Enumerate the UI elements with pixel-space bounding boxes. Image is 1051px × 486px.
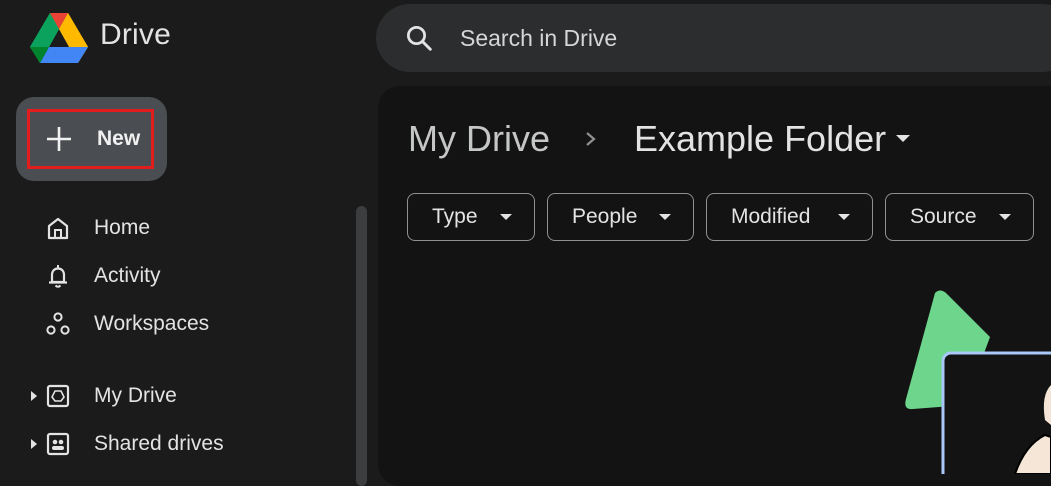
expand-caret-icon[interactable] — [30, 439, 38, 449]
sidebar-item-activity[interactable]: Activity — [0, 254, 340, 298]
new-button[interactable]: New — [27, 109, 154, 169]
dropdown-arrow-icon — [999, 213, 1011, 220]
brand-title: Drive — [100, 18, 172, 51]
filter-chip-label: Source — [910, 205, 977, 228]
breadcrumb-current-folder[interactable]: Example Folder — [634, 118, 911, 160]
my-drive-icon — [46, 384, 70, 408]
search-input[interactable] — [458, 23, 962, 53]
filter-chip-label: Modified — [731, 205, 811, 228]
shared-drives-icon — [46, 432, 70, 456]
filter-chip-label: People — [572, 205, 638, 228]
plus-icon — [47, 127, 71, 151]
sidebar-item-label: My Drive — [94, 384, 177, 407]
dropdown-arrow-icon — [896, 135, 911, 142]
dropdown-arrow-icon — [500, 213, 512, 220]
bell-icon — [49, 265, 67, 288]
filter-chip-label: Type — [432, 205, 478, 228]
filter-chip-people[interactable]: People — [547, 193, 694, 241]
filter-chip-source[interactable]: Source — [885, 193, 1034, 241]
sidebar-item-label: Workspaces — [94, 312, 210, 335]
empty-folder-illustration — [905, 290, 1051, 474]
sidebar-item-label: Shared drives — [94, 432, 224, 455]
search-icon[interactable] — [404, 23, 434, 53]
sidebar-item-my-drive[interactable]: My Drive — [0, 374, 340, 418]
home-icon — [47, 217, 69, 240]
sidebar-item-label: Home — [94, 216, 151, 239]
new-button-label: New — [97, 127, 141, 150]
dropdown-arrow-icon — [838, 213, 850, 220]
sidebar-item-home[interactable]: Home — [0, 206, 340, 250]
filter-chip-type[interactable]: Type — [407, 193, 535, 241]
sidebar-scrollbar[interactable] — [356, 206, 367, 486]
current-folder-title: Example Folder — [634, 118, 887, 159]
google-drive-logo-icon[interactable] — [30, 13, 88, 63]
breadcrumb-my-drive[interactable]: My Drive — [408, 118, 550, 160]
sidebar-item-shared-drives[interactable]: Shared drives — [0, 422, 340, 466]
workspaces-icon — [46, 312, 70, 335]
filter-chip-modified[interactable]: Modified — [706, 193, 873, 241]
sidebar-item-workspaces[interactable]: Workspaces — [0, 302, 340, 346]
expand-caret-icon[interactable] — [30, 391, 38, 401]
sidebar-item-label: Activity — [94, 264, 161, 287]
chevron-right-icon — [586, 132, 596, 146]
search-bar[interactable] — [376, 4, 1051, 72]
dropdown-arrow-icon — [659, 213, 671, 220]
